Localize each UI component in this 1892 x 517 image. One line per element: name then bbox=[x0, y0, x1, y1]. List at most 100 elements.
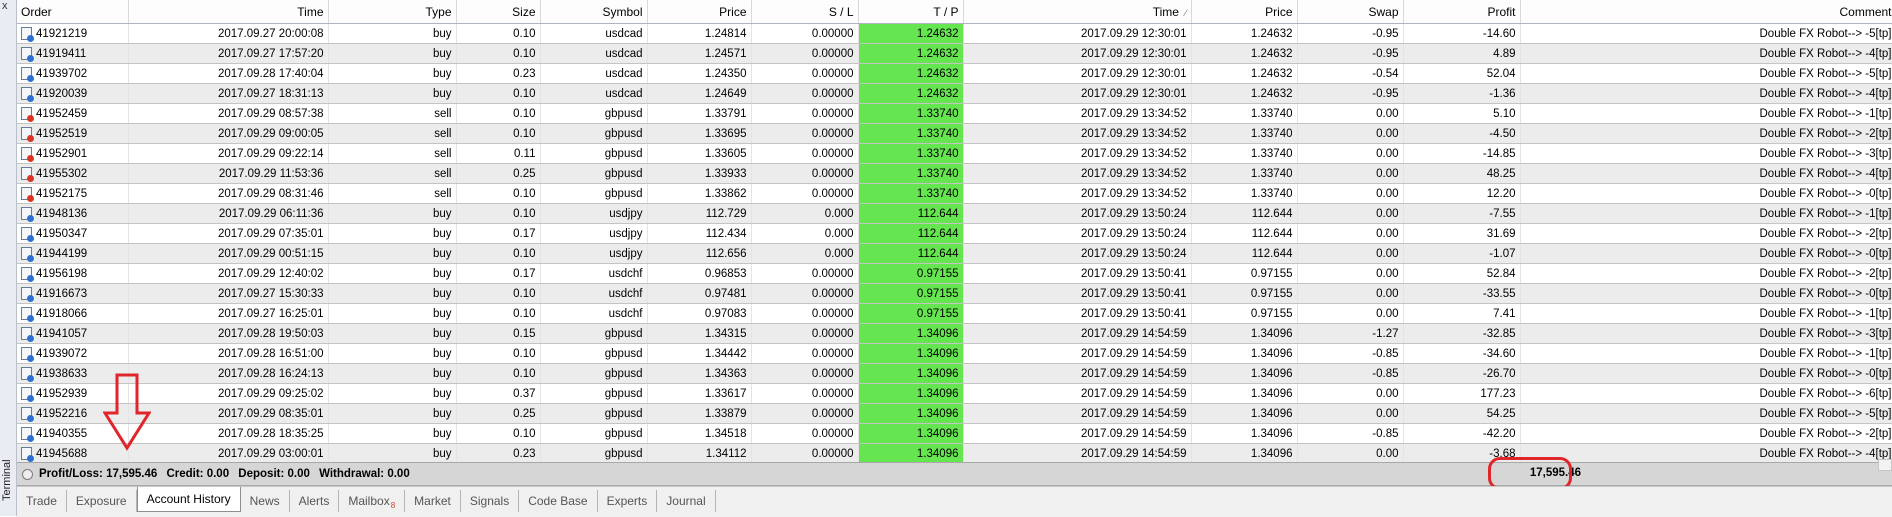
table-row[interactable]: 41950347 2017.09.29 07:35:01 buy 0.17 usdjpy… bbox=[17, 223, 1892, 244]
horizontal-scrollbar[interactable] bbox=[1878, 459, 1892, 471]
open-time-cell: 2017.09.28 16:24:13 bbox=[128, 363, 329, 384]
order-cell[interactable]: 41920039 bbox=[17, 83, 129, 104]
col-sl-header[interactable]: S / L bbox=[751, 0, 859, 24]
close-icon[interactable]: x bbox=[2, 1, 8, 12]
tab-exposure[interactable]: Exposure bbox=[67, 490, 137, 512]
col-type-header[interactable]: Type bbox=[328, 0, 457, 24]
trade-type-cell: buy bbox=[328, 323, 457, 344]
col-size-header[interactable]: Size bbox=[456, 0, 541, 24]
order-wrap: 41919411 bbox=[21, 47, 124, 62]
table-row[interactable]: 41918066 2017.09.27 16:25:01 buy 0.10 usdchf… bbox=[17, 303, 1892, 324]
col-swap-header[interactable]: Swap bbox=[1297, 0, 1404, 24]
table-row[interactable]: 41955302 2017.09.29 11:53:36 sell 0.25 gbpus… bbox=[17, 163, 1892, 184]
tab-code-base[interactable]: Code Base bbox=[519, 490, 598, 512]
col-profit-header[interactable]: Profit bbox=[1403, 0, 1521, 24]
table-row[interactable]: 41952459 2017.09.29 08:57:38 sell 0.10 gbpus… bbox=[17, 103, 1892, 124]
tab-signals[interactable]: Signals bbox=[461, 490, 520, 512]
table-row[interactable]: 41945688 2017.09.29 03:00:01 buy 0.23 gbpusd… bbox=[17, 443, 1892, 464]
table-row[interactable]: 41948136 2017.09.29 06:11:36 buy 0.10 usdjpy… bbox=[17, 203, 1892, 224]
table-row[interactable]: 41952175 2017.09.29 08:31:46 sell 0.10 gbpus… bbox=[17, 183, 1892, 204]
buy-order-icon bbox=[21, 427, 34, 442]
table-row[interactable]: 41952519 2017.09.29 09:00:05 sell 0.10 gbpus… bbox=[17, 123, 1892, 144]
col-price-header[interactable]: Price bbox=[647, 0, 752, 24]
order-cell[interactable]: 41952459 bbox=[17, 103, 129, 124]
table-row[interactable]: 41916673 2017.09.27 15:30:33 buy 0.10 usdchf… bbox=[17, 283, 1892, 304]
col-time-header[interactable]: Time bbox=[128, 0, 329, 24]
comment-cell: Double FX Robot--> -0[tp] bbox=[1520, 243, 1892, 264]
profit-cell: 48.25 bbox=[1403, 163, 1521, 184]
tab-experts[interactable]: Experts bbox=[598, 490, 658, 512]
swap-cell: -0.95 bbox=[1297, 23, 1404, 44]
tab-alerts[interactable]: Alerts bbox=[290, 490, 340, 512]
lot-size-cell: 0.10 bbox=[456, 83, 541, 104]
table-row[interactable]: 41956198 2017.09.29 12:40:02 buy 0.17 usdchf… bbox=[17, 263, 1892, 284]
order-cell[interactable]: 41952519 bbox=[17, 123, 129, 144]
order-cell[interactable]: 41939072 bbox=[17, 343, 129, 364]
order-cell[interactable]: 41950347 bbox=[17, 223, 129, 244]
summary-text: Profit/Loss: 17,595.46 Credit: 0.00 Depo… bbox=[39, 468, 416, 480]
order-cell[interactable]: 41939702 bbox=[17, 63, 129, 84]
order-cell[interactable]: 41952175 bbox=[17, 183, 129, 204]
open-time-cell: 2017.09.29 09:22:14 bbox=[128, 143, 329, 164]
table-row[interactable]: 41939072 2017.09.28 16:51:00 buy 0.10 gbpusd… bbox=[17, 343, 1892, 364]
trade-type-cell: sell bbox=[328, 123, 457, 144]
order-cell[interactable]: 41921219 bbox=[17, 23, 129, 44]
tab-trade[interactable]: Trade bbox=[17, 490, 67, 512]
tab-account-history[interactable]: Account History bbox=[136, 487, 241, 512]
tab-market[interactable]: Market bbox=[405, 490, 461, 512]
tab-mailbox[interactable]: Mailbox8 bbox=[339, 490, 406, 512]
order-cell[interactable]: 41941057 bbox=[17, 323, 129, 344]
col-symbol-header[interactable]: Symbol bbox=[540, 0, 648, 24]
order-cell[interactable]: 41956198 bbox=[17, 263, 129, 284]
open-price-cell: 1.34518 bbox=[647, 423, 752, 444]
order-wrap: 41939072 bbox=[21, 347, 124, 362]
comment-cell: Double FX Robot--> -5[tp] bbox=[1520, 403, 1892, 424]
col-comment-header[interactable]: Comment bbox=[1520, 0, 1892, 24]
stop-loss-cell: 0.00000 bbox=[751, 163, 859, 184]
order-cell[interactable]: 41948136 bbox=[17, 203, 129, 224]
table-row[interactable]: 41919411 2017.09.27 17:57:20 buy 0.10 usdcad… bbox=[17, 43, 1892, 64]
take-profit-cell: 1.24632 bbox=[858, 63, 964, 84]
profit-cell: 5.10 bbox=[1403, 103, 1521, 124]
open-time-cell: 2017.09.29 06:11:36 bbox=[128, 203, 329, 224]
tab-journal[interactable]: Journal bbox=[657, 490, 716, 512]
table-row[interactable]: 41940355 2017.09.28 18:35:25 buy 0.10 gbpusd… bbox=[17, 423, 1892, 444]
table-row[interactable]: 41939702 2017.09.28 17:40:04 buy 0.23 usdcad… bbox=[17, 63, 1892, 84]
order-wrap: 41941057 bbox=[21, 327, 124, 342]
table-row[interactable]: 41921219 2017.09.27 20:00:08 buy 0.10 usdcad… bbox=[17, 23, 1892, 44]
order-cell[interactable]: 41916673 bbox=[17, 283, 129, 304]
col-order-header[interactable]: Order bbox=[17, 0, 129, 24]
swap-cell: 0.00 bbox=[1297, 303, 1404, 324]
table-row[interactable]: 41952901 2017.09.29 09:22:14 sell 0.11 gbpus… bbox=[17, 143, 1892, 164]
buy-order-icon bbox=[21, 327, 34, 342]
close-time-cell: 2017.09.29 12:30:01 bbox=[963, 23, 1192, 44]
order-cell[interactable]: 41944199 bbox=[17, 243, 129, 264]
table-row[interactable]: 41944199 2017.09.29 00:51:15 buy 0.10 usdjpy… bbox=[17, 243, 1892, 264]
order-cell[interactable]: 41919411 bbox=[17, 43, 129, 64]
table-row[interactable]: 41920039 2017.09.27 18:31:13 buy 0.10 usdcad… bbox=[17, 83, 1892, 104]
table-row[interactable]: 41952216 2017.09.29 08:35:01 buy 0.25 gbpusd… bbox=[17, 403, 1892, 424]
order-wrap: 41918066 bbox=[21, 307, 124, 322]
col-tp-header[interactable]: T / P bbox=[858, 0, 964, 24]
comment-cell: Double FX Robot--> -2[tp] bbox=[1520, 123, 1892, 144]
order-cell[interactable]: 41952901 bbox=[17, 143, 129, 164]
take-profit-cell: 1.34096 bbox=[858, 443, 964, 464]
col-close-time-header[interactable]: Time ⁄ bbox=[963, 0, 1192, 24]
swap-cell: -0.85 bbox=[1297, 423, 1404, 444]
table-row[interactable]: 41952939 2017.09.29 09:25:02 buy 0.37 gbpusd… bbox=[17, 383, 1892, 404]
stop-loss-cell: 0.00000 bbox=[751, 103, 859, 124]
buy-order-icon bbox=[21, 47, 34, 62]
table-row[interactable]: 41941057 2017.09.28 19:50:03 buy 0.15 gbpusd… bbox=[17, 323, 1892, 344]
account-history-grid: Order Time Type Size Symbol Price S / L … bbox=[17, 0, 1892, 464]
sell-order-icon bbox=[21, 147, 34, 162]
profit-cell: -1.07 bbox=[1403, 243, 1521, 264]
order-status-dot bbox=[27, 55, 34, 62]
order-cell[interactable]: 41955302 bbox=[17, 163, 129, 184]
table-row[interactable]: 41938633 2017.09.28 16:24:13 buy 0.10 gbpusd… bbox=[17, 363, 1892, 384]
open-price-cell: 1.33791 bbox=[647, 103, 752, 124]
col-close-price-header[interactable]: Price bbox=[1191, 0, 1298, 24]
order-cell[interactable]: 41918066 bbox=[17, 303, 129, 324]
profit-cell: 52.84 bbox=[1403, 263, 1521, 284]
order-status-dot bbox=[27, 75, 34, 82]
tab-news[interactable]: News bbox=[241, 490, 290, 512]
